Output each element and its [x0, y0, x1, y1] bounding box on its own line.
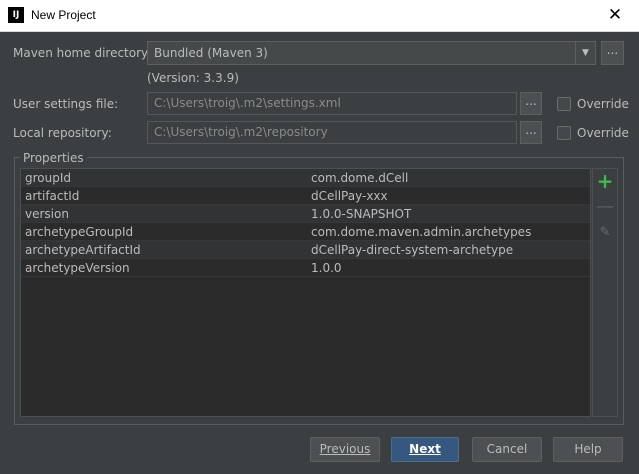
table-row[interactable]: archetypeVersion 1.0.0: [21, 259, 590, 277]
window-title: New Project: [31, 8, 96, 22]
maven-home-browse-button[interactable]: ...: [601, 41, 624, 65]
local-repo-label: Local repository:: [13, 126, 112, 140]
local-repo-override-label: Override: [577, 126, 629, 140]
maven-version-text: (Version: 3.3.9): [147, 71, 239, 85]
maven-home-label: Maven home directory:: [13, 46, 152, 60]
property-value: dCellPay-xxx: [311, 189, 388, 203]
close-icon[interactable]: ✕: [595, 0, 635, 32]
next-button[interactable]: Next: [391, 437, 459, 462]
properties-toolbar: + — ✎: [592, 168, 618, 417]
previous-button-label: Previous: [319, 442, 371, 456]
remove-icon[interactable]: —: [593, 195, 617, 219]
local-repo-override-checkbox[interactable]: [557, 126, 571, 140]
property-key: groupId: [25, 171, 72, 185]
maven-home-select[interactable]: Bundled (Maven 3) ▼: [147, 41, 596, 65]
local-repo-browse-button[interactable]: ...: [520, 121, 542, 144]
property-value: dCellPay-direct-system-archetype: [311, 243, 514, 257]
property-value: 1.0.0: [311, 261, 342, 275]
add-icon[interactable]: +: [593, 169, 617, 193]
table-row[interactable]: artifactId dCellPay-xxx: [21, 187, 590, 205]
property-key: archetypeArtifactId: [25, 243, 141, 257]
user-settings-label: User settings file:: [13, 97, 119, 111]
table-row[interactable]: archetypeGroupId com.dome.maven.admin.ar…: [21, 223, 590, 241]
help-button[interactable]: Help: [553, 437, 623, 462]
property-value: com.dome.dCell: [311, 171, 409, 185]
user-settings-override-checkbox[interactable]: [557, 97, 571, 111]
previous-button[interactable]: Previous: [310, 437, 380, 462]
local-repo-field[interactable]: C:\Users\troig\.m2\repository: [147, 121, 517, 144]
user-settings-browse-button[interactable]: ...: [520, 92, 542, 115]
intellij-icon: IJ: [8, 7, 24, 23]
next-button-label: Next: [409, 442, 441, 456]
edit-icon[interactable]: ✎: [593, 221, 617, 245]
property-value: 1.0.0-SNAPSHOT: [311, 207, 412, 221]
property-key: archetypeGroupId: [25, 225, 134, 239]
maven-home-value: Bundled (Maven 3): [154, 46, 268, 60]
user-settings-override-label: Override: [577, 97, 629, 111]
chevron-down-icon[interactable]: ▼: [575, 42, 595, 64]
user-settings-field[interactable]: C:\Users\troig\.m2\settings.xml: [147, 92, 517, 115]
properties-table[interactable]: groupId com.dome.dCell artifactId dCellP…: [20, 168, 591, 417]
title-bar: IJ New Project ✕: [0, 0, 639, 32]
property-key: version: [25, 207, 69, 221]
cancel-button[interactable]: Cancel: [472, 437, 542, 462]
properties-title: Properties: [20, 151, 87, 165]
property-key: artifactId: [25, 189, 80, 203]
table-row[interactable]: groupId com.dome.dCell: [21, 169, 590, 187]
table-row[interactable]: version 1.0.0-SNAPSHOT: [21, 205, 590, 223]
property-value: com.dome.maven.admin.archetypes: [311, 225, 532, 239]
table-row[interactable]: archetypeArtifactId dCellPay-direct-syst…: [21, 241, 590, 259]
property-key: archetypeVersion: [25, 261, 130, 275]
